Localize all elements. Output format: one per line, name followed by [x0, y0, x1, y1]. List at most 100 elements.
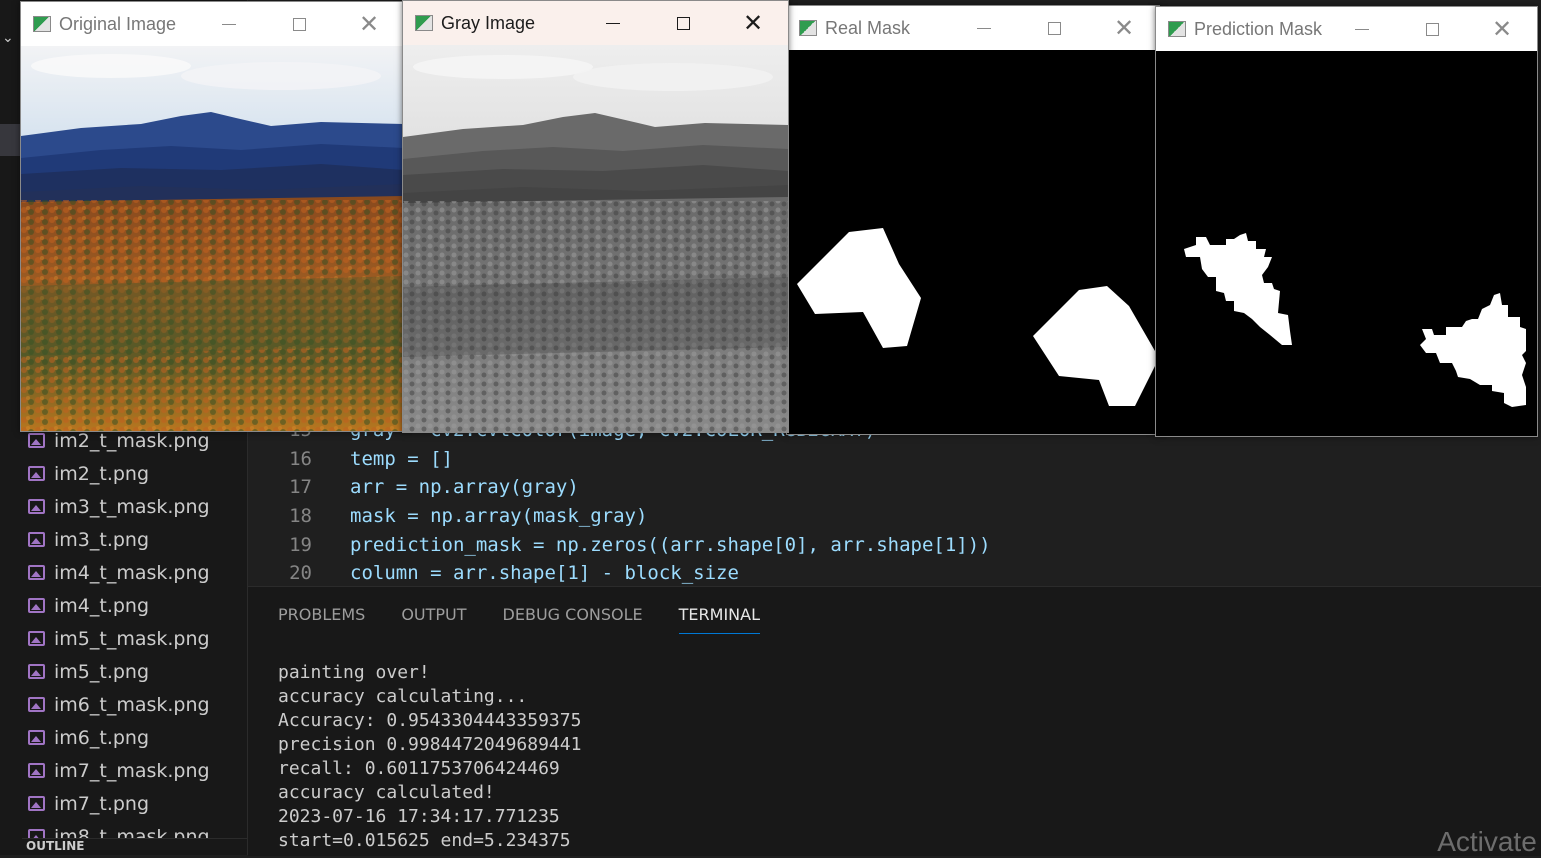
tab-problems[interactable]: PROBLEMS: [278, 605, 365, 634]
tab-debug-console[interactable]: DEBUG CONSOLE: [503, 605, 643, 634]
line-number: 17: [289, 476, 312, 499]
minimize-button[interactable]: [949, 6, 1019, 50]
terminal-line: Accuracy: 0.9543304443359375: [278, 710, 582, 731]
window-titlebar[interactable]: Gray Image ✕: [403, 1, 788, 45]
panel-tabs: PROBLEMS OUTPUT DEBUG CONSOLE TERMINAL: [278, 605, 761, 634]
minimize-button[interactable]: [194, 2, 264, 46]
close-button[interactable]: ✕: [718, 1, 788, 45]
file-name: im4_t_mask.png: [54, 561, 210, 584]
app-icon: [415, 15, 433, 31]
file-name: im6_t.png: [54, 726, 150, 749]
terminal-line: painting over!: [278, 662, 430, 683]
close-icon: ✕: [742, 9, 764, 37]
file-item[interactable]: im2_t.png: [22, 457, 247, 490]
terminal-line: accuracy calculating...: [278, 686, 528, 707]
file-name: im5_t.png: [54, 660, 150, 683]
file-name: im3_t.png: [54, 528, 150, 551]
line-number: 16: [289, 447, 312, 470]
code-text: column = arr.shape[1] - block_size: [350, 562, 739, 585]
maximize-icon: [292, 17, 306, 31]
window-title: Real Mask: [825, 17, 911, 38]
file-name: im3_t_mask.png: [54, 495, 210, 518]
bottom-panel: PROBLEMS OUTPUT DEBUG CONSOLE TERMINAL p…: [248, 586, 1541, 857]
activation-watermark: Activate W: [1437, 826, 1541, 857]
image-file-icon: [28, 565, 45, 580]
image-file-icon: [28, 697, 45, 712]
image-file-icon: [28, 466, 45, 481]
window-titlebar[interactable]: Real Mask ✕: [787, 6, 1159, 50]
image-file-icon: [28, 664, 45, 679]
activity-bar: ⌄: [0, 0, 22, 855]
file-item[interactable]: im4_t_mask.png: [22, 556, 247, 589]
tab-terminal[interactable]: TERMINAL: [678, 605, 761, 634]
file-name: im5_t_mask.png: [54, 627, 210, 650]
real-mask-window[interactable]: Real Mask ✕: [786, 5, 1160, 435]
tab-output[interactable]: OUTPUT: [401, 605, 466, 634]
window-title: Original Image: [59, 13, 177, 34]
original-landscape-image: [21, 46, 404, 431]
file-item[interactable]: im7_t.png: [22, 787, 247, 820]
gray-image-window[interactable]: Gray Image ✕: [402, 0, 789, 433]
code-text: arr = np.array(gray): [350, 476, 579, 499]
file-item[interactable]: im6_t_mask.png: [22, 688, 247, 721]
file-item[interactable]: im7_t_mask.png: [22, 754, 247, 787]
prediction-mask-window[interactable]: Prediction Mask ✕: [1155, 6, 1538, 437]
maximize-button[interactable]: [1397, 7, 1467, 51]
file-item[interactable]: im3_t.png: [22, 523, 247, 556]
code-line: 19 prediction_mask = np.zeros((arr.shape[…: [248, 530, 1541, 559]
image-file-icon: [28, 499, 45, 514]
file-item[interactable]: im5_t_mask.png: [22, 622, 247, 655]
original-image-window[interactable]: Original Image ✕: [20, 1, 405, 432]
file-name: im7_t.png: [54, 792, 150, 815]
minimize-icon: [222, 23, 236, 25]
image-file-icon: [28, 796, 45, 811]
prediction-mask-image: [1156, 51, 1537, 436]
maximize-icon: [676, 16, 690, 30]
terminal-line: start=0.015625 end=5.234375: [278, 830, 571, 851]
close-button[interactable]: ✕: [334, 2, 404, 46]
file-item[interactable]: im6_t.png: [22, 721, 247, 754]
close-button[interactable]: ✕: [1467, 7, 1537, 51]
file-item[interactable]: im5_t.png: [22, 655, 247, 688]
line-number: 20: [289, 562, 312, 585]
code-text: temp = []: [350, 447, 453, 470]
image-file-icon: [28, 631, 45, 646]
minimize-icon: [606, 22, 620, 24]
window-titlebar[interactable]: Original Image ✕: [21, 2, 404, 46]
app-icon: [799, 20, 817, 36]
maximize-icon: [1425, 22, 1439, 36]
image-file-icon: [28, 730, 45, 745]
file-name: im4_t.png: [54, 594, 150, 617]
maximize-button[interactable]: [1019, 6, 1089, 50]
code-line: 17 arr = np.array(gray): [248, 473, 1541, 502]
maximize-icon: [1047, 21, 1061, 35]
line-number: 19: [289, 533, 312, 556]
file-item[interactable]: im4_t.png: [22, 589, 247, 622]
terminal-line: recall: 0.6011753706424469: [278, 758, 560, 779]
code-line: 16 temp = []: [248, 445, 1541, 474]
file-item[interactable]: im3_t_mask.png: [22, 490, 247, 523]
minimize-button[interactable]: [1327, 7, 1397, 51]
file-name: im7_t_mask.png: [54, 759, 210, 782]
maximize-button[interactable]: [264, 2, 334, 46]
close-button[interactable]: ✕: [1089, 6, 1159, 50]
terminal-output[interactable]: painting over! accuracy calculating... A…: [278, 661, 581, 853]
outline-section-header[interactable]: OUTLINE: [22, 838, 247, 855]
window-titlebar[interactable]: Prediction Mask ✕: [1156, 7, 1537, 51]
maximize-button[interactable]: [648, 1, 718, 45]
chevron-down-icon[interactable]: ⌄: [2, 30, 14, 46]
app-icon: [33, 16, 51, 32]
code-line: 18 mask = np.array(mask_gray): [248, 502, 1541, 531]
terminal-line: 2023-07-16 17:34:17.771235: [278, 806, 560, 827]
gray-landscape-image: [403, 45, 788, 432]
close-icon: ✕: [1113, 14, 1135, 42]
terminal-line: precision 0.9984472049689441: [278, 734, 582, 755]
file-name: im6_t_mask.png: [54, 693, 210, 716]
file-name: im2_t_mask.png: [54, 429, 210, 452]
activity-selected-indicator: [0, 124, 22, 156]
image-file-icon: [28, 433, 45, 448]
minimize-icon: [1355, 28, 1369, 30]
image-file-icon: [28, 598, 45, 613]
terminal-line: accuracy calculated!: [278, 782, 495, 803]
minimize-button[interactable]: [578, 1, 648, 45]
